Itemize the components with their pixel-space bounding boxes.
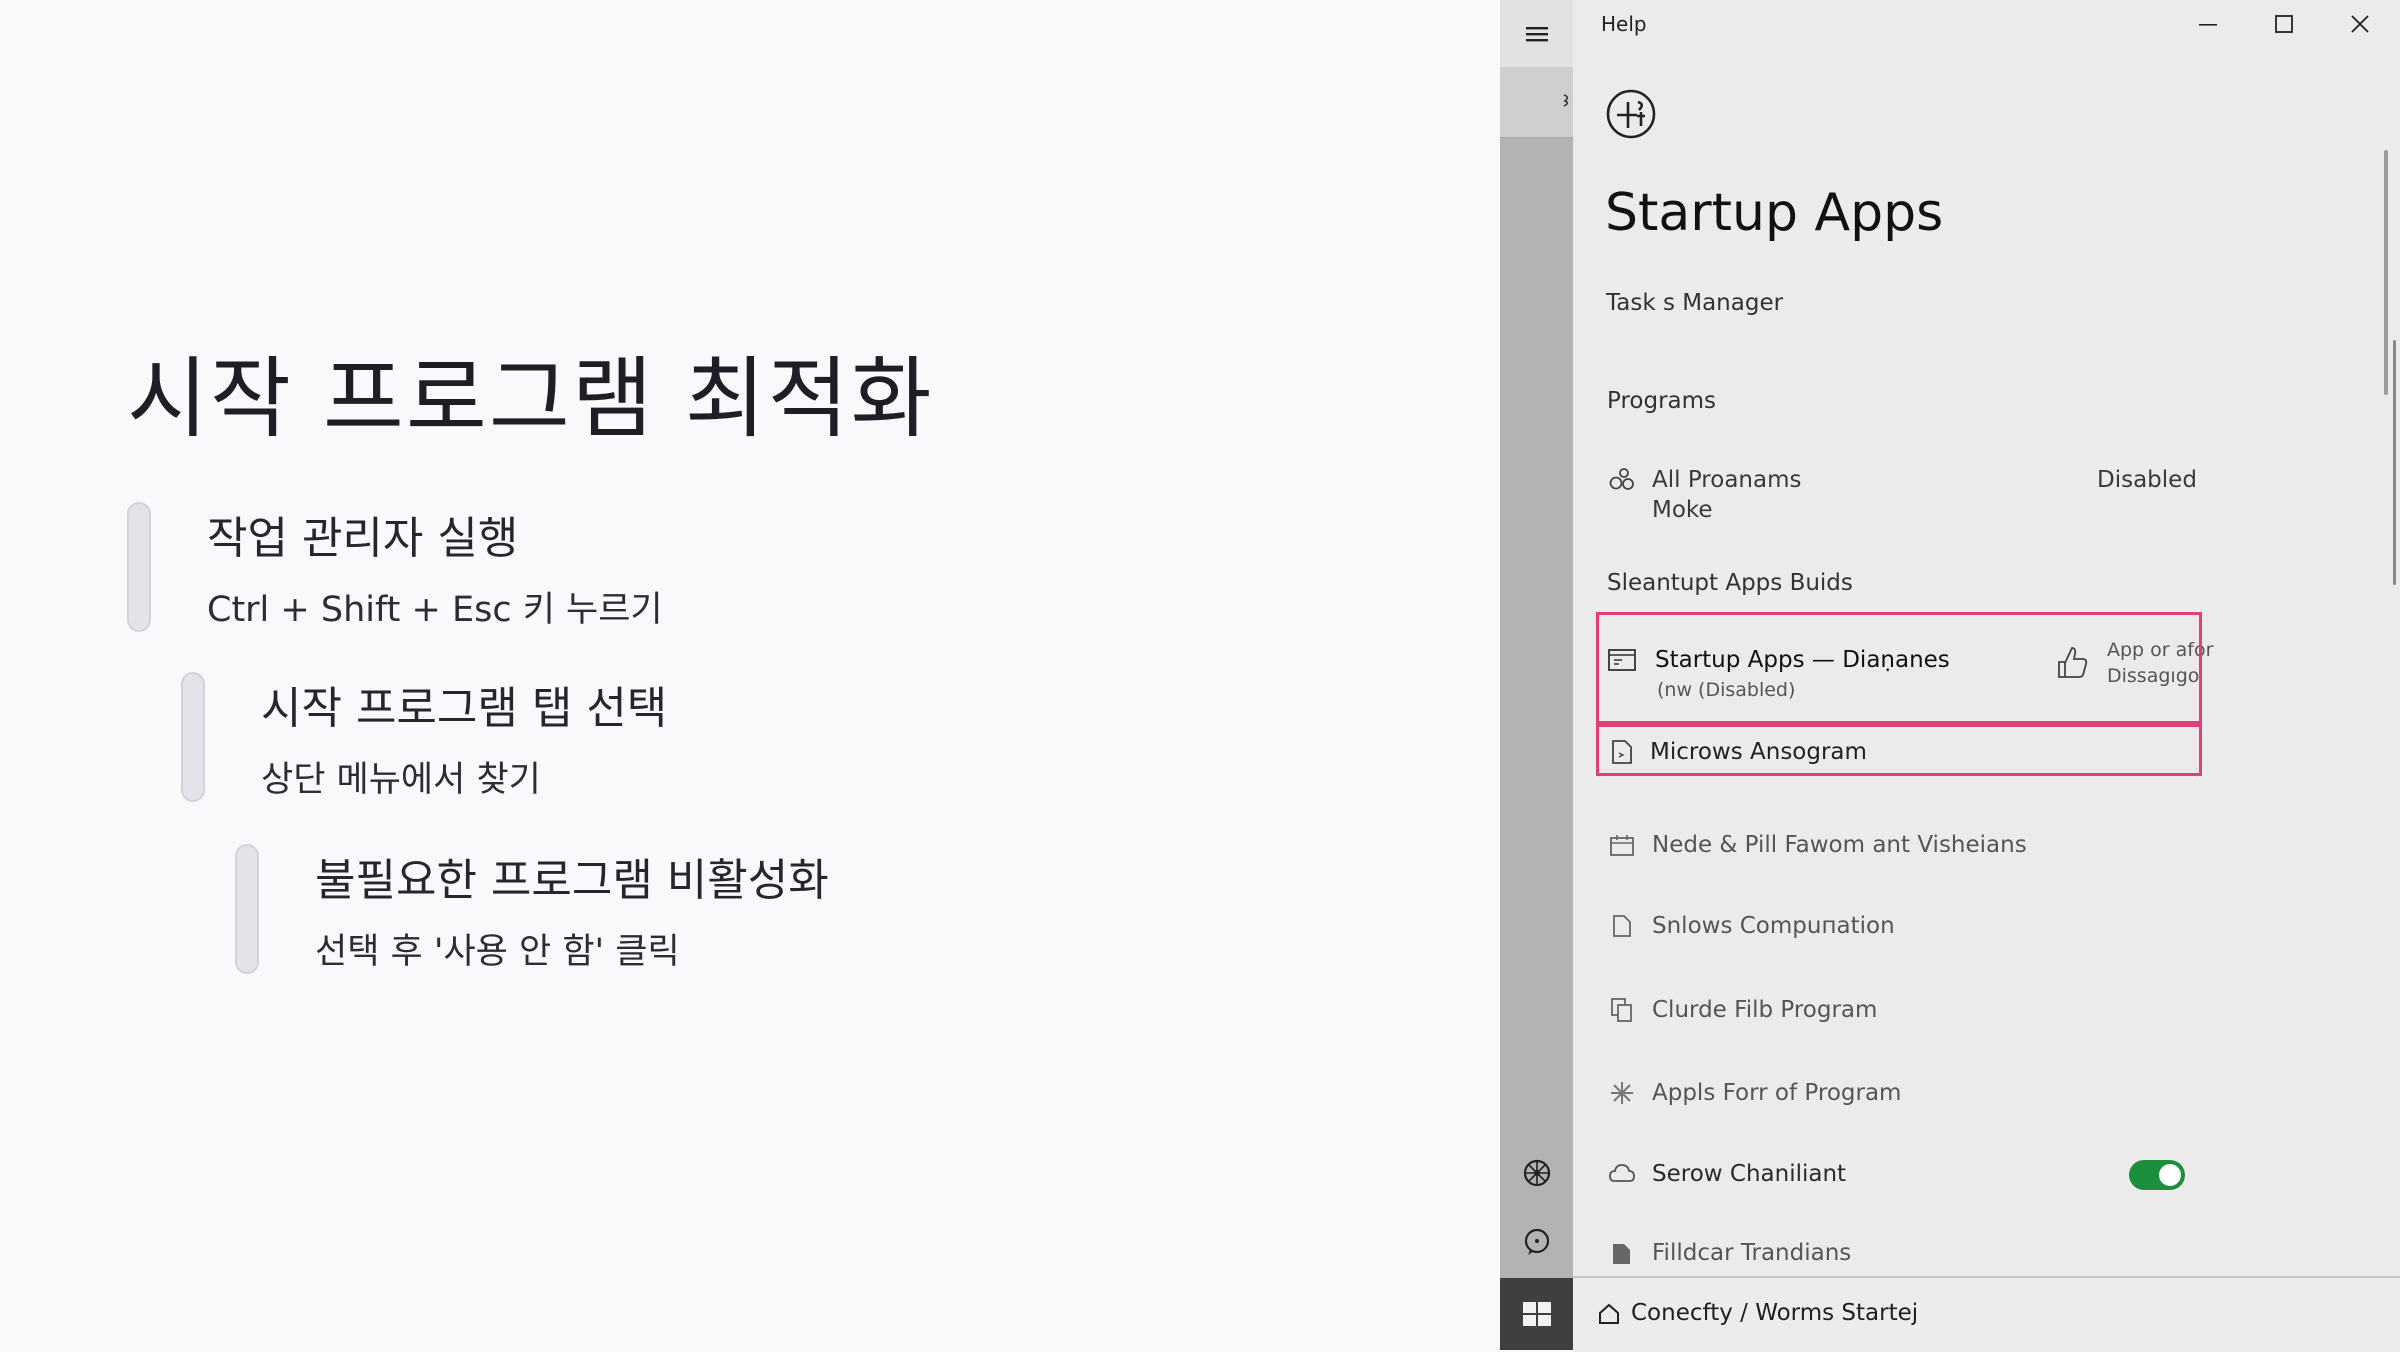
serow-chaniliant-toggle[interactable] xyxy=(2129,1160,2185,1190)
chat-icon[interactable] xyxy=(1500,1212,1573,1272)
maximize-icon xyxy=(2275,15,2293,33)
sparkle-icon xyxy=(1607,1078,1637,1108)
task-manager-logo-icon xyxy=(1605,88,1657,144)
step-desc: 상단 메뉴에서 찾기 xyxy=(261,760,541,800)
minimize-icon xyxy=(2199,24,2217,26)
rail-mark-icon xyxy=(1563,94,1569,107)
page-subtitle: Task s Manager xyxy=(1606,290,1784,316)
toggle-knob xyxy=(2159,1164,2181,1186)
row-label: Filldcar Trandians xyxy=(1652,1240,1852,1266)
step-marker xyxy=(235,844,259,974)
step-desc: 선택 후 '사용 안 함' 클릭 xyxy=(315,932,680,972)
scrollbar-track[interactable] xyxy=(2384,150,2388,395)
minimize-button[interactable] xyxy=(2178,4,2238,44)
row-label-second: Moke xyxy=(1652,497,1713,523)
slide-title: 시작 프로그램 최적화 xyxy=(127,347,934,450)
row-label: Nede & Pill Fawom ant Visheians xyxy=(1652,832,2027,858)
nav-rail xyxy=(1500,0,1573,1350)
start-button[interactable] xyxy=(1500,1278,1573,1350)
status-text: Conecfty / Worms Startej xyxy=(1631,1300,1919,1326)
close-icon xyxy=(2351,15,2369,33)
window-title: Help xyxy=(1601,12,1647,36)
maximize-button[interactable] xyxy=(2254,4,2314,44)
step-title: 시작 프로그램 탭 선택 xyxy=(261,683,668,734)
highlight-box-startup-apps xyxy=(1596,612,2202,724)
row-label: Clurde Filb Program xyxy=(1652,997,1878,1023)
windows-logo-icon xyxy=(1522,1302,1551,1326)
rail-selected-band[interactable] xyxy=(1500,67,1573,138)
close-button[interactable] xyxy=(2330,4,2390,44)
presentation-slide: 시작 프로그램 최적화 작업 관리자 실행 Ctrl + Shift + Esc… xyxy=(0,0,1500,1350)
status-text: Disabled xyxy=(2097,467,2197,493)
file-icon xyxy=(1607,911,1637,941)
settings-wheel-icon[interactable] xyxy=(1500,1143,1573,1203)
home-icon[interactable] xyxy=(1597,1302,1621,1326)
step-marker xyxy=(127,502,151,632)
title-bar: Help xyxy=(1573,0,2400,50)
programs-icon xyxy=(1607,465,1637,495)
hamburger-menu-icon[interactable] xyxy=(1500,4,1573,64)
page-title: Startup Apps xyxy=(1605,183,1944,243)
folder-icon xyxy=(1607,1238,1637,1268)
cloud-icon xyxy=(1607,1159,1637,1189)
row-label: Serow Chaniliant xyxy=(1652,1161,1847,1187)
calendar-icon xyxy=(1607,830,1637,860)
step-marker xyxy=(181,672,205,802)
status-bar: Conecfty / Worms Startej xyxy=(1573,1276,2400,1352)
row-label: Appls Forr of Program xyxy=(1652,1080,1902,1106)
copy-pages-icon xyxy=(1607,995,1637,1025)
section-builds: Sleantupt Apps Buids xyxy=(1607,570,1853,596)
row-label: Snlows Compuпation xyxy=(1652,913,1895,939)
row-label: All Proanams xyxy=(1652,467,1802,493)
step-title: 작업 관리자 실행 xyxy=(207,513,519,564)
scrollbar-thumb[interactable] xyxy=(2393,340,2396,585)
highlight-box-microws xyxy=(1596,724,2202,776)
step-desc: Ctrl + Shift + Esc 키 누르기 xyxy=(207,590,663,630)
step-title: 불필요한 프로그램 비활성화 xyxy=(315,855,829,906)
rail-header xyxy=(1500,0,1573,67)
section-programs: Programs xyxy=(1607,388,1717,414)
